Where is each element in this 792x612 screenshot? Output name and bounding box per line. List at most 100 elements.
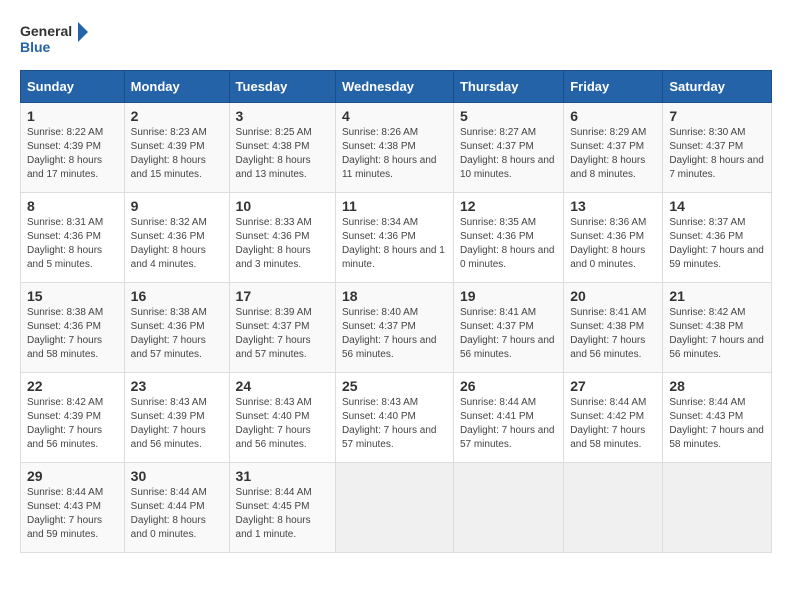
day-number: 8: [27, 198, 118, 214]
day-number: 10: [236, 198, 329, 214]
day-number: 18: [342, 288, 447, 304]
svg-text:Blue: Blue: [20, 39, 51, 55]
day-cell-2: 2 Sunrise: 8:23 AMSunset: 4:39 PMDayligh…: [124, 103, 229, 193]
day-number: 17: [236, 288, 329, 304]
day-number: 2: [131, 108, 223, 124]
day-cell-11: 11 Sunrise: 8:34 AMSunset: 4:36 PMDaylig…: [335, 193, 453, 283]
day-cell-14: 14 Sunrise: 8:37 AMSunset: 4:36 PMDaylig…: [663, 193, 772, 283]
day-number: 22: [27, 378, 118, 394]
day-info: Sunrise: 8:27 AMSunset: 4:37 PMDaylight:…: [460, 127, 555, 180]
day-number: 5: [460, 108, 557, 124]
day-cell-23: 23 Sunrise: 8:43 AMSunset: 4:39 PMDaylig…: [124, 373, 229, 463]
day-number: 26: [460, 378, 557, 394]
column-header-friday: Friday: [564, 71, 663, 103]
calendar-table: SundayMondayTuesdayWednesdayThursdayFrid…: [20, 70, 772, 553]
day-number: 20: [570, 288, 656, 304]
day-info: Sunrise: 8:43 AMSunset: 4:40 PMDaylight:…: [236, 397, 312, 450]
day-info: Sunrise: 8:41 AMSunset: 4:37 PMDaylight:…: [460, 307, 555, 360]
day-cell-29: 29 Sunrise: 8:44 AMSunset: 4:43 PMDaylig…: [21, 463, 125, 553]
day-number: 24: [236, 378, 329, 394]
day-info: Sunrise: 8:39 AMSunset: 4:37 PMDaylight:…: [236, 307, 312, 360]
day-cell-31: 31 Sunrise: 8:44 AMSunset: 4:45 PMDaylig…: [229, 463, 335, 553]
day-info: Sunrise: 8:44 AMSunset: 4:43 PMDaylight:…: [27, 487, 103, 540]
day-cell-17: 17 Sunrise: 8:39 AMSunset: 4:37 PMDaylig…: [229, 283, 335, 373]
empty-cell: [663, 463, 772, 553]
day-info: Sunrise: 8:42 AMSunset: 4:38 PMDaylight:…: [669, 307, 764, 360]
empty-cell: [453, 463, 563, 553]
empty-cell: [335, 463, 453, 553]
day-info: Sunrise: 8:40 AMSunset: 4:37 PMDaylight:…: [342, 307, 437, 360]
day-cell-5: 5 Sunrise: 8:27 AMSunset: 4:37 PMDayligh…: [453, 103, 563, 193]
day-number: 3: [236, 108, 329, 124]
day-number: 1: [27, 108, 118, 124]
day-number: 21: [669, 288, 765, 304]
day-info: Sunrise: 8:44 AMSunset: 4:44 PMDaylight:…: [131, 487, 207, 540]
day-cell-9: 9 Sunrise: 8:32 AMSunset: 4:36 PMDayligh…: [124, 193, 229, 283]
day-number: 28: [669, 378, 765, 394]
day-number: 23: [131, 378, 223, 394]
day-number: 11: [342, 198, 447, 214]
day-cell-10: 10 Sunrise: 8:33 AMSunset: 4:36 PMDaylig…: [229, 193, 335, 283]
empty-cell: [564, 463, 663, 553]
day-cell-30: 30 Sunrise: 8:44 AMSunset: 4:44 PMDaylig…: [124, 463, 229, 553]
header-row: SundayMondayTuesdayWednesdayThursdayFrid…: [21, 71, 772, 103]
day-info: Sunrise: 8:44 AMSunset: 4:41 PMDaylight:…: [460, 397, 555, 450]
day-cell-12: 12 Sunrise: 8:35 AMSunset: 4:36 PMDaylig…: [453, 193, 563, 283]
calendar-week-1: 1 Sunrise: 8:22 AMSunset: 4:39 PMDayligh…: [21, 103, 772, 193]
day-cell-8: 8 Sunrise: 8:31 AMSunset: 4:36 PMDayligh…: [21, 193, 125, 283]
day-number: 7: [669, 108, 765, 124]
day-number: 12: [460, 198, 557, 214]
day-info: Sunrise: 8:31 AMSunset: 4:36 PMDaylight:…: [27, 217, 103, 270]
day-number: 29: [27, 468, 118, 484]
day-cell-21: 21 Sunrise: 8:42 AMSunset: 4:38 PMDaylig…: [663, 283, 772, 373]
day-number: 30: [131, 468, 223, 484]
svg-text:General: General: [20, 23, 72, 39]
day-number: 19: [460, 288, 557, 304]
column-header-sunday: Sunday: [21, 71, 125, 103]
day-number: 9: [131, 198, 223, 214]
day-number: 16: [131, 288, 223, 304]
day-cell-6: 6 Sunrise: 8:29 AMSunset: 4:37 PMDayligh…: [564, 103, 663, 193]
day-info: Sunrise: 8:33 AMSunset: 4:36 PMDaylight:…: [236, 217, 312, 270]
day-cell-18: 18 Sunrise: 8:40 AMSunset: 4:37 PMDaylig…: [335, 283, 453, 373]
day-cell-19: 19 Sunrise: 8:41 AMSunset: 4:37 PMDaylig…: [453, 283, 563, 373]
day-info: Sunrise: 8:36 AMSunset: 4:36 PMDaylight:…: [570, 217, 646, 270]
day-number: 31: [236, 468, 329, 484]
day-cell-20: 20 Sunrise: 8:41 AMSunset: 4:38 PMDaylig…: [564, 283, 663, 373]
day-cell-15: 15 Sunrise: 8:38 AMSunset: 4:36 PMDaylig…: [21, 283, 125, 373]
day-cell-24: 24 Sunrise: 8:43 AMSunset: 4:40 PMDaylig…: [229, 373, 335, 463]
day-info: Sunrise: 8:25 AMSunset: 4:38 PMDaylight:…: [236, 127, 312, 180]
column-header-tuesday: Tuesday: [229, 71, 335, 103]
day-info: Sunrise: 8:41 AMSunset: 4:38 PMDaylight:…: [570, 307, 646, 360]
calendar-week-5: 29 Sunrise: 8:44 AMSunset: 4:43 PMDaylig…: [21, 463, 772, 553]
day-info: Sunrise: 8:44 AMSunset: 4:45 PMDaylight:…: [236, 487, 312, 540]
day-cell-1: 1 Sunrise: 8:22 AMSunset: 4:39 PMDayligh…: [21, 103, 125, 193]
day-info: Sunrise: 8:26 AMSunset: 4:38 PMDaylight:…: [342, 127, 437, 180]
day-number: 4: [342, 108, 447, 124]
day-number: 13: [570, 198, 656, 214]
day-info: Sunrise: 8:23 AMSunset: 4:39 PMDaylight:…: [131, 127, 207, 180]
day-cell-7: 7 Sunrise: 8:30 AMSunset: 4:37 PMDayligh…: [663, 103, 772, 193]
page-header: General Blue: [20, 20, 772, 60]
day-info: Sunrise: 8:34 AMSunset: 4:36 PMDaylight:…: [342, 217, 445, 270]
day-cell-13: 13 Sunrise: 8:36 AMSunset: 4:36 PMDaylig…: [564, 193, 663, 283]
column-header-saturday: Saturday: [663, 71, 772, 103]
day-number: 25: [342, 378, 447, 394]
calendar-week-2: 8 Sunrise: 8:31 AMSunset: 4:36 PMDayligh…: [21, 193, 772, 283]
column-header-monday: Monday: [124, 71, 229, 103]
day-cell-28: 28 Sunrise: 8:44 AMSunset: 4:43 PMDaylig…: [663, 373, 772, 463]
column-header-wednesday: Wednesday: [335, 71, 453, 103]
day-info: Sunrise: 8:35 AMSunset: 4:36 PMDaylight:…: [460, 217, 555, 270]
day-number: 15: [27, 288, 118, 304]
calendar-week-4: 22 Sunrise: 8:42 AMSunset: 4:39 PMDaylig…: [21, 373, 772, 463]
day-info: Sunrise: 8:43 AMSunset: 4:40 PMDaylight:…: [342, 397, 437, 450]
day-info: Sunrise: 8:37 AMSunset: 4:36 PMDaylight:…: [669, 217, 764, 270]
day-info: Sunrise: 8:44 AMSunset: 4:42 PMDaylight:…: [570, 397, 646, 450]
day-cell-4: 4 Sunrise: 8:26 AMSunset: 4:38 PMDayligh…: [335, 103, 453, 193]
calendar-week-3: 15 Sunrise: 8:38 AMSunset: 4:36 PMDaylig…: [21, 283, 772, 373]
day-info: Sunrise: 8:22 AMSunset: 4:39 PMDaylight:…: [27, 127, 103, 180]
day-number: 14: [669, 198, 765, 214]
day-cell-27: 27 Sunrise: 8:44 AMSunset: 4:42 PMDaylig…: [564, 373, 663, 463]
day-info: Sunrise: 8:38 AMSunset: 4:36 PMDaylight:…: [27, 307, 103, 360]
logo: General Blue: [20, 20, 90, 60]
